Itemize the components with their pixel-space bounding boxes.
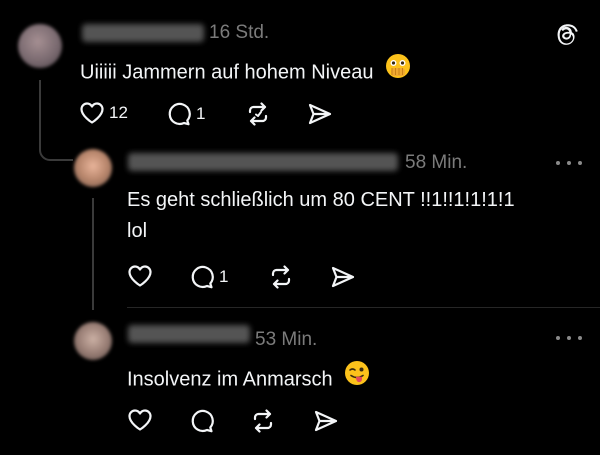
thread-connector (39, 80, 75, 166)
more-dot (578, 161, 582, 165)
repost-icon (271, 265, 291, 289)
more-dot (578, 336, 582, 340)
like-count: 12 (109, 103, 128, 122)
comment-icon (191, 409, 214, 433)
post-text-content: Insolvenz im Anmarsch (127, 368, 333, 391)
like-button[interactable]: 12 (79, 101, 128, 125)
repost-icon (248, 102, 268, 126)
threads-logo-icon[interactable] (553, 20, 581, 48)
send-icon (331, 266, 355, 288)
more-dot (556, 161, 560, 165)
repost-button[interactable] (268, 265, 294, 289)
like-button[interactable] (127, 408, 153, 432)
post-text: Insolvenz im Anmarsch (127, 360, 370, 398)
face-with-open-eyes-and-hand-over-mouth-emoji (385, 53, 411, 89)
repost-icon (253, 409, 273, 433)
more-options-button[interactable] (556, 333, 582, 343)
send-icon (314, 410, 338, 432)
post-time: 58 Min. (405, 152, 468, 173)
comment-icon (191, 265, 214, 289)
reply-count: 1 (196, 104, 206, 123)
post-time: 53 Min. (255, 329, 318, 350)
username-blurred[interactable] (82, 24, 204, 42)
like-button[interactable] (127, 264, 153, 288)
send-icon (308, 103, 332, 125)
reply-button[interactable]: 1 (189, 264, 228, 290)
comment-icon (168, 102, 191, 126)
reply-count: 1 (219, 267, 229, 286)
reply-button[interactable] (189, 408, 215, 434)
post-text-line: lol (127, 220, 148, 242)
avatar[interactable] (74, 149, 112, 187)
post-time: 16 Std. (209, 22, 270, 43)
heart-icon (80, 102, 104, 124)
more-dot (567, 336, 571, 340)
share-button[interactable] (313, 409, 339, 433)
repost-button[interactable] (250, 409, 276, 433)
divider (127, 307, 600, 308)
heart-icon (128, 265, 152, 287)
thread-line (92, 198, 94, 310)
reply-button[interactable]: 1 (166, 101, 205, 127)
avatar[interactable] (74, 322, 112, 360)
post-text: Uiiiii Jammern auf hohem Niveau (80, 53, 411, 91)
repost-button[interactable] (245, 102, 271, 126)
username-blurred[interactable] (128, 325, 250, 343)
username-blurred[interactable] (128, 153, 398, 171)
share-button[interactable] (330, 265, 356, 289)
heart-icon (128, 409, 152, 431)
post-text-line: Es geht schließlich um 80 CENT !!1!!1!1!… (127, 189, 515, 211)
more-dot (556, 336, 560, 340)
share-button[interactable] (307, 102, 333, 126)
post-text-content: Uiiiii Jammern auf hohem Niveau (80, 61, 374, 84)
more-options-button[interactable] (556, 158, 582, 168)
avatar[interactable] (18, 24, 62, 68)
winking-face-with-tongue-emoji (344, 360, 370, 396)
more-dot (567, 161, 571, 165)
